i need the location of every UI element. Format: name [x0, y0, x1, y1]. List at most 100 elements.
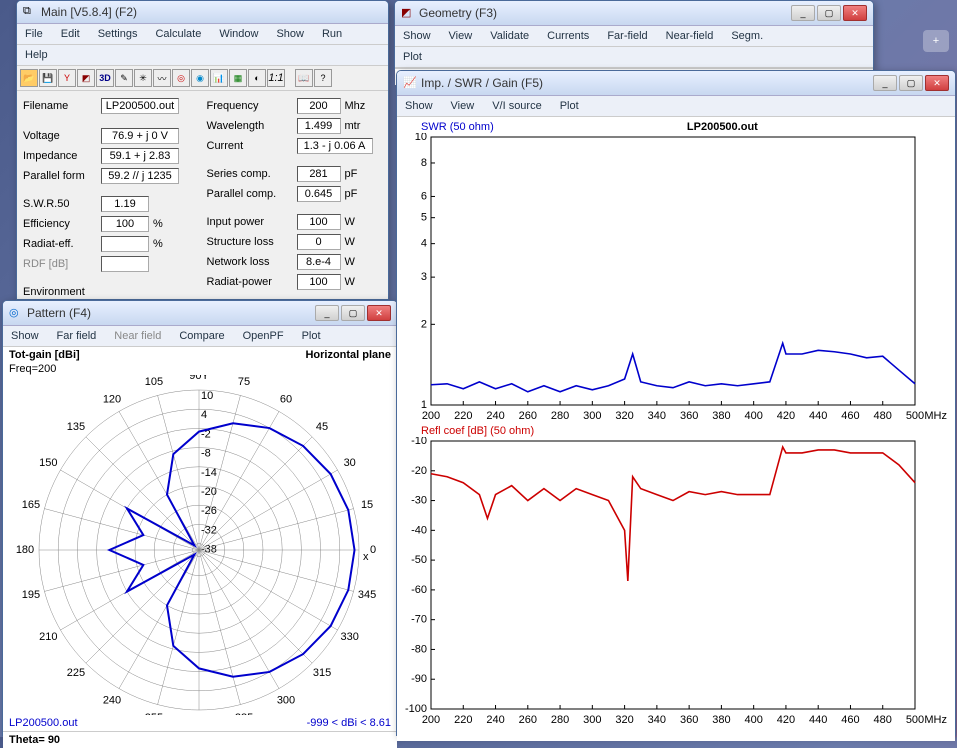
- tb-chart-icon[interactable]: 📊: [210, 69, 228, 87]
- swr-min-icon[interactable]: _: [873, 75, 897, 91]
- val-wave[interactable]: [297, 118, 341, 134]
- tb-smith-icon[interactable]: ◐: [248, 69, 266, 87]
- svg-text:500: 500: [906, 410, 924, 422]
- tb-edit-icon[interactable]: ✎: [115, 69, 133, 87]
- val-voltage[interactable]: [101, 128, 179, 144]
- gm-nearfield[interactable]: Near-field: [662, 28, 718, 44]
- menu-run[interactable]: Run: [318, 26, 346, 42]
- val-freq[interactable]: [297, 98, 341, 114]
- tb-scale-icon[interactable]: 1:1: [267, 69, 285, 87]
- val-sloss[interactable]: [297, 234, 341, 250]
- desktop-add-icon[interactable]: +: [923, 30, 949, 52]
- lbl-inpw: Input power: [207, 216, 297, 228]
- pattern-window: ◎ Pattern (F4) _ ▢ ✕ Show Far field Near…: [2, 300, 398, 736]
- geom-titlebar[interactable]: ◩ Geometry (F3) _ ▢ ✕: [395, 1, 873, 26]
- svg-text:315: 315: [313, 667, 331, 679]
- lbl-radp: Radiat-power: [207, 276, 297, 288]
- svg-text:0: 0: [370, 544, 376, 556]
- swr-titlebar[interactable]: 📈 Imp. / SWR / Gain (F5) _ ▢ ✕: [397, 71, 955, 96]
- pm-compare[interactable]: Compare: [175, 328, 228, 344]
- sm-show[interactable]: Show: [401, 98, 437, 114]
- menu-help[interactable]: Help: [21, 47, 52, 63]
- pattern-tr: Horizontal plane: [305, 349, 391, 361]
- tb-grid-icon[interactable]: ▦: [229, 69, 247, 87]
- svg-text:320: 320: [615, 714, 633, 726]
- tb-wave-icon[interactable]: 〰: [153, 69, 171, 87]
- gm-show[interactable]: Show: [399, 28, 435, 44]
- svg-text:225: 225: [67, 667, 85, 679]
- svg-text:-20: -20: [411, 465, 427, 477]
- pat-min-icon[interactable]: _: [315, 305, 339, 321]
- menu-edit[interactable]: Edit: [57, 26, 84, 42]
- val-radp[interactable]: [297, 274, 341, 290]
- svg-text:340: 340: [648, 714, 666, 726]
- tb-antenna-icon[interactable]: Y: [58, 69, 76, 87]
- tb-globe-icon[interactable]: ◉: [191, 69, 209, 87]
- svg-text:60: 60: [280, 393, 292, 405]
- pm-show[interactable]: Show: [7, 328, 43, 344]
- pm-plot[interactable]: Plot: [298, 328, 325, 344]
- gm-farfield[interactable]: Far-field: [603, 28, 651, 44]
- val-nloss[interactable]: [297, 254, 341, 270]
- lbl-wave: Wavelength: [207, 120, 297, 132]
- menu-settings[interactable]: Settings: [94, 26, 142, 42]
- tb-target-icon[interactable]: ◎: [172, 69, 190, 87]
- sm-view[interactable]: View: [447, 98, 479, 114]
- u-pcomp: pF: [345, 188, 369, 200]
- tb-calc-icon[interactable]: ✳: [134, 69, 152, 87]
- val-parallel[interactable]: [101, 168, 179, 184]
- tb-save-icon[interactable]: 💾: [39, 69, 57, 87]
- svg-text:120: 120: [103, 393, 121, 405]
- sm-vi[interactable]: V/I source: [488, 98, 546, 114]
- tb-open-icon[interactable]: 📂: [20, 69, 38, 87]
- val-impedance[interactable]: [101, 148, 179, 164]
- val-eff[interactable]: [101, 216, 149, 232]
- app-icon: ⧉: [23, 5, 37, 19]
- lbl-parallel: Parallel form: [23, 170, 101, 182]
- svg-text:280: 280: [551, 410, 569, 422]
- svg-text:320: 320: [615, 410, 633, 422]
- svg-text:500: 500: [906, 714, 924, 726]
- val-rdf[interactable]: [101, 256, 149, 272]
- geom-close-icon[interactable]: ✕: [843, 5, 867, 21]
- gm-view[interactable]: View: [445, 28, 477, 44]
- svg-text:345: 345: [358, 589, 376, 601]
- val-radeff[interactable]: [101, 236, 149, 252]
- u-eff: %: [153, 218, 177, 230]
- pat-max-icon[interactable]: ▢: [341, 305, 365, 321]
- svg-text:180: 180: [16, 544, 34, 556]
- pattern-titlebar[interactable]: ◎ Pattern (F4) _ ▢ ✕: [3, 301, 397, 326]
- val-swr[interactable]: [101, 196, 149, 212]
- gm-plot[interactable]: Plot: [399, 49, 426, 65]
- val-filename[interactable]: [101, 98, 179, 114]
- tb-3d-icon[interactable]: 3D: [96, 69, 114, 87]
- pm-farfield[interactable]: Far field: [53, 328, 101, 344]
- main-titlebar[interactable]: ⧉ Main [V5.8.4] (F2): [17, 1, 388, 24]
- val-inpw[interactable]: [297, 214, 341, 230]
- gm-currents[interactable]: Currents: [543, 28, 593, 44]
- main-window: ⧉ Main [V5.8.4] (F2) File Edit Settings …: [16, 0, 389, 300]
- menu-calculate[interactable]: Calculate: [151, 26, 205, 42]
- menu-show[interactable]: Show: [272, 26, 308, 42]
- u-freq: Mhz: [345, 100, 369, 112]
- val-curr[interactable]: [297, 138, 373, 154]
- gm-validate[interactable]: Validate: [486, 28, 533, 44]
- gm-segm[interactable]: Segm.: [727, 28, 767, 44]
- menu-window[interactable]: Window: [215, 26, 262, 42]
- swr-chart1-title: SWR (50 ohm): [421, 121, 494, 133]
- tb-book-icon[interactable]: 📖: [295, 69, 313, 87]
- sm-plot[interactable]: Plot: [556, 98, 583, 114]
- menu-file[interactable]: File: [21, 26, 47, 42]
- pm-openpf[interactable]: OpenPF: [239, 328, 288, 344]
- svg-text:8: 8: [421, 157, 427, 169]
- tb-cube-icon[interactable]: ◩: [77, 69, 95, 87]
- pat-close-icon[interactable]: ✕: [367, 305, 391, 321]
- val-scomp[interactable]: [297, 166, 341, 182]
- geom-max-icon[interactable]: ▢: [817, 5, 841, 21]
- svg-text:-30: -30: [411, 495, 427, 507]
- swr-close-icon[interactable]: ✕: [925, 75, 949, 91]
- geom-min-icon[interactable]: _: [791, 5, 815, 21]
- swr-max-icon[interactable]: ▢: [899, 75, 923, 91]
- val-pcomp[interactable]: [297, 186, 341, 202]
- tb-help-icon[interactable]: ?: [314, 69, 332, 87]
